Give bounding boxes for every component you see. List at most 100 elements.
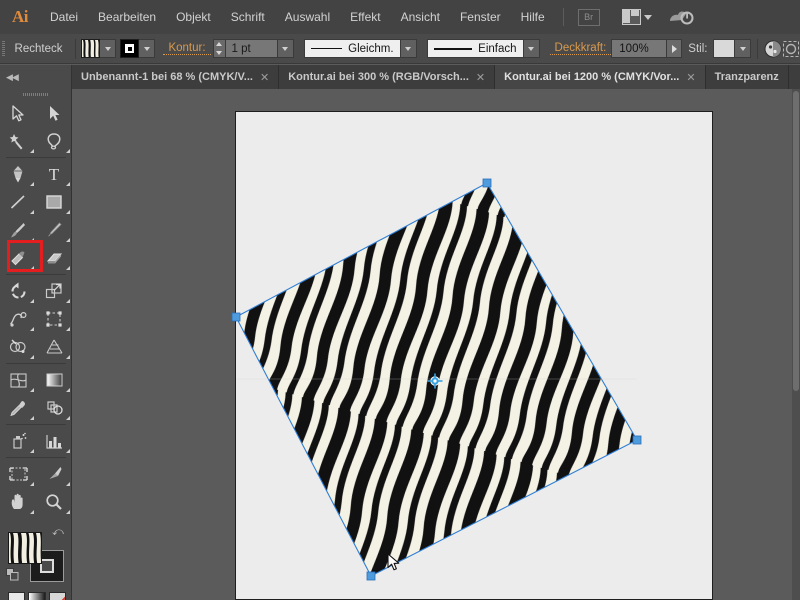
column-graph-tool[interactable]	[36, 427, 72, 455]
document-tab-bar: ◀◀ Unbenannt-1 bei 68 % (CMYK/V... ✕ Kon…	[0, 65, 800, 89]
stroke-profile-combo[interactable]: Gleichm.	[303, 39, 401, 58]
hand-tool[interactable]	[0, 488, 36, 516]
opacity-control[interactable]: 100%	[611, 39, 683, 58]
style-control[interactable]	[713, 39, 752, 58]
options-bar: Rechteck Kontur: 1 pt Gleichm. Einfach D…	[0, 34, 800, 64]
menu-item-auswahl[interactable]: Auswahl	[275, 0, 340, 34]
eraser-tool[interactable]	[36, 244, 72, 272]
style-dropdown-button[interactable]	[735, 39, 752, 58]
fill-control[interactable]	[81, 39, 117, 58]
color-button[interactable]	[8, 592, 26, 600]
document-tab-tranzparenz[interactable]: Tranzparenz	[705, 65, 789, 89]
stroke-dropdown-button[interactable]	[139, 39, 156, 58]
collapse-panel-icon[interactable]: ◀◀	[0, 65, 72, 89]
stroke-weight-dropdown-button[interactable]	[277, 39, 294, 58]
menu-item-effekt[interactable]: Effekt	[340, 0, 390, 34]
paintbrush-tool[interactable]	[0, 216, 36, 244]
current-tool-label: Rechteck	[14, 42, 63, 55]
brush-dropdown-button[interactable]	[523, 39, 540, 58]
menu-item-fenster[interactable]: Fenster	[450, 0, 511, 34]
direct-selection-tool[interactable]	[36, 99, 72, 127]
svg-text:T: T	[49, 165, 60, 183]
lasso-tool[interactable]	[36, 127, 72, 155]
menu-item-hilfe[interactable]: Hilfe	[511, 0, 555, 34]
transparency-grid-icon[interactable]	[764, 40, 782, 58]
brush-value: Einfach	[478, 42, 517, 55]
mesh-tool[interactable]	[0, 366, 36, 394]
stroke-weight-label[interactable]: Kontur:	[163, 42, 211, 55]
bridge-icon[interactable]: Br	[577, 8, 600, 26]
zoom-tool[interactable]	[36, 488, 72, 516]
creative-cloud-icon[interactable]	[668, 7, 694, 27]
pencil-tool[interactable]	[36, 216, 72, 244]
pen-tool[interactable]	[0, 160, 36, 188]
document-tab-kontur-1200[interactable]: Kontur.ai bei 1200 % (CMYK/Vor... ✕	[495, 65, 706, 89]
arrange-documents-button[interactable]	[621, 9, 652, 25]
width-warp-tool[interactable]	[0, 305, 36, 333]
tool-divider	[6, 457, 66, 458]
default-fill-stroke-icon[interactable]	[6, 568, 19, 581]
gradient-button[interactable]	[28, 592, 46, 600]
zebra-pattern-fill-swatch[interactable]	[8, 532, 42, 564]
menu-item-objekt[interactable]: Objekt	[166, 0, 221, 34]
symbol-sprayer-tool[interactable]	[0, 427, 36, 455]
stroke-weight-control[interactable]: 1 pt	[212, 39, 294, 58]
swap-fill-stroke-icon[interactable]: ⤺	[52, 526, 64, 539]
stroke-weight-input[interactable]: 1 pt	[225, 39, 278, 58]
magic-wand-tool[interactable]	[0, 127, 36, 155]
perspective-grid-tool[interactable]	[36, 333, 72, 361]
stroke-control[interactable]	[120, 39, 156, 58]
menu-item-ansicht[interactable]: Ansicht	[391, 0, 450, 34]
rotate-tool[interactable]	[0, 277, 36, 305]
tab-label: Kontur.ai bei 1200 % (CMYK/Vor...	[504, 71, 680, 83]
panel-grip-icon[interactable]	[0, 89, 71, 99]
tool-divider	[6, 424, 66, 425]
menu-item-datei[interactable]: Datei	[40, 0, 88, 34]
stroke-profile-dropdown-button[interactable]	[400, 39, 417, 58]
fill-swatch-zebra-pattern[interactable]	[81, 39, 101, 58]
none-button[interactable]	[48, 592, 66, 600]
document-tab-unbenannt-1[interactable]: Unbenannt-1 bei 68 % (CMYK/V... ✕	[72, 65, 280, 89]
vertical-scrollbar[interactable]	[792, 89, 800, 600]
menu-item-bearbeiten[interactable]: Bearbeiten	[88, 0, 166, 34]
free-transform-tool[interactable]	[36, 305, 72, 333]
opacity-input[interactable]: 100%	[611, 39, 668, 58]
style-swatch[interactable]	[713, 39, 736, 58]
brush-combo[interactable]: Einfach	[426, 39, 524, 58]
eyedropper-tool[interactable]	[0, 394, 36, 422]
stroke-swatch-icon[interactable]	[120, 39, 140, 58]
close-icon[interactable]: ✕	[686, 71, 695, 84]
style-label: Stil:	[688, 42, 708, 55]
stroke-profile-control[interactable]: Gleichm.	[303, 39, 417, 58]
arrange-documents-icon	[621, 9, 641, 25]
opacity-slider-button[interactable]	[667, 39, 683, 58]
blob-brush-tool[interactable]	[0, 244, 36, 272]
blend-tool[interactable]	[36, 394, 72, 422]
illustrator-window: Ai Datei Bearbeiten Objekt Schrift Auswa…	[0, 0, 800, 600]
tool-divider	[6, 157, 66, 158]
app-logo: Ai	[12, 7, 29, 26]
opacity-label[interactable]: Deckkraft:	[549, 42, 612, 55]
brush-control[interactable]: Einfach	[426, 39, 540, 58]
document-tab-kontur-300[interactable]: Kontur.ai bei 300 % (RGB/Vorsch... ✕	[279, 65, 496, 89]
line-segment-tool[interactable]	[0, 188, 36, 216]
selection-tool[interactable]	[0, 99, 36, 127]
slice-tool[interactable]	[36, 460, 72, 488]
artboard[interactable]	[235, 111, 713, 600]
stroke-weight-stepper[interactable]	[212, 39, 226, 58]
fill-dropdown-button[interactable]	[100, 39, 117, 58]
type-tool[interactable]: T	[36, 160, 72, 188]
artboard-tool[interactable]	[0, 460, 36, 488]
color-mode-buttons	[8, 592, 66, 600]
divider	[74, 38, 76, 59]
gradient-tool[interactable]	[36, 366, 72, 394]
opacity-mask-icon[interactable]	[782, 40, 800, 58]
canvas-area[interactable]	[72, 89, 800, 600]
rectangle-tool[interactable]	[36, 188, 72, 216]
menu-item-schrift[interactable]: Schrift	[221, 0, 275, 34]
shape-builder-tool[interactable]	[0, 333, 36, 361]
close-icon[interactable]: ✕	[476, 71, 485, 84]
tab-label: Tranzparenz	[714, 71, 779, 83]
scale-tool[interactable]	[36, 277, 72, 305]
close-icon[interactable]: ✕	[260, 71, 269, 84]
